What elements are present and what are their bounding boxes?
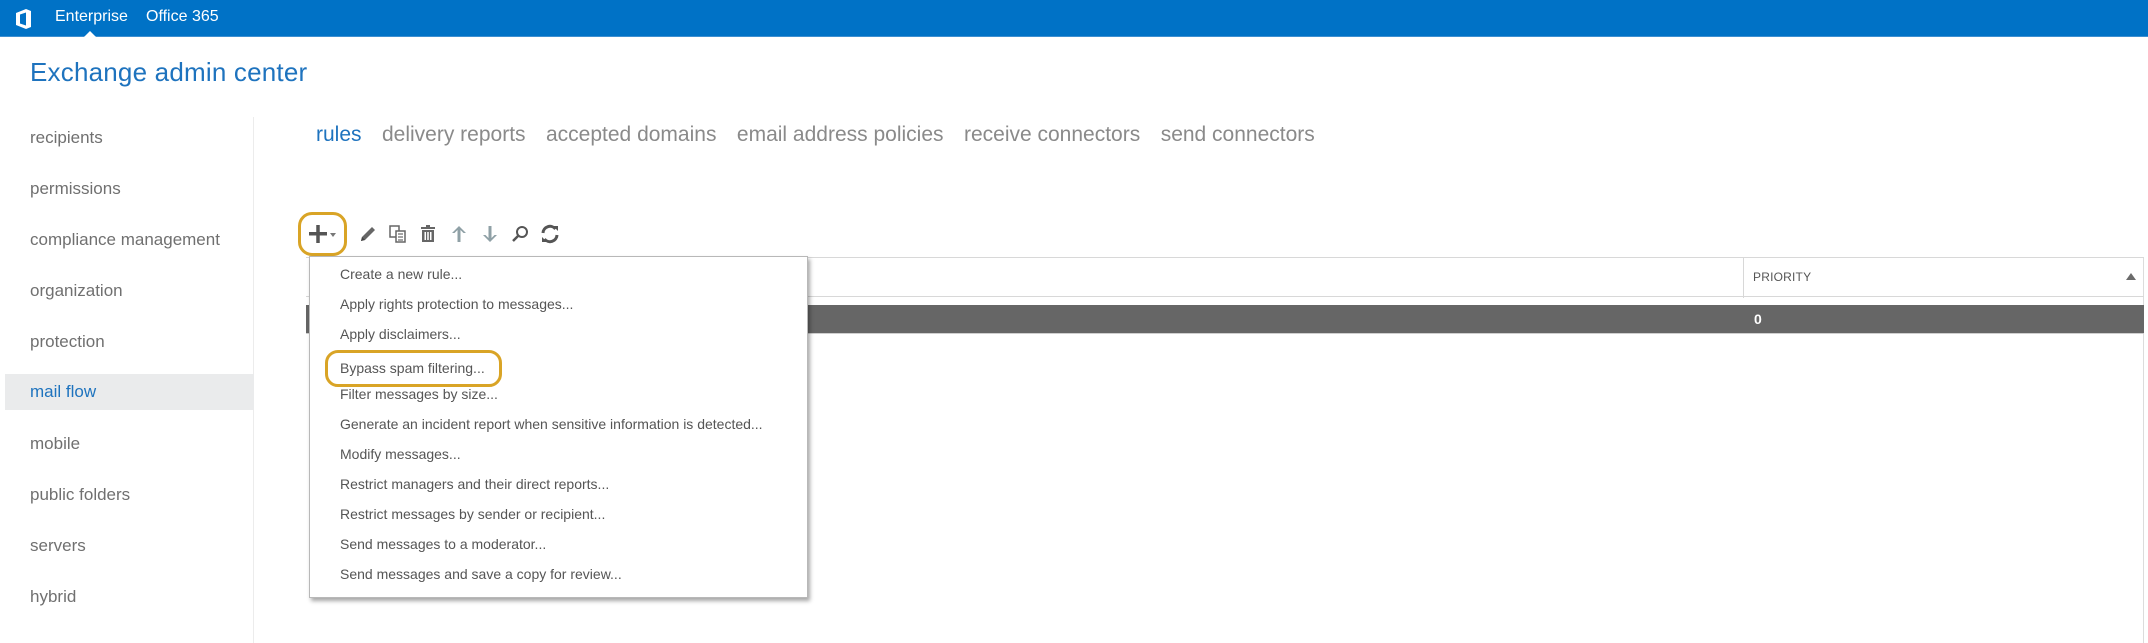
pencil-icon <box>361 227 375 241</box>
priority-cell: 0 <box>1754 311 1762 327</box>
tab-send-connectors[interactable]: send connectors <box>1161 123 1315 147</box>
refresh-icon <box>541 224 559 244</box>
tab-bar: rules delivery reports accepted domains … <box>316 123 1331 153</box>
copy-button[interactable] <box>386 212 410 256</box>
sidebar-item-public-folders[interactable]: public folders <box>5 477 254 513</box>
plus-icon <box>309 225 336 243</box>
menu-item-filter-by-size[interactable]: Filter messages by size... <box>340 382 498 406</box>
tab-rules[interactable]: rules <box>316 123 362 147</box>
chevron-down-icon <box>330 233 336 237</box>
active-nav-indicator <box>84 31 96 37</box>
search-button[interactable] <box>508 212 532 256</box>
sort-ascending-icon[interactable] <box>2126 273 2136 280</box>
top-bar: Enterprise Office 365 <box>0 0 2148 37</box>
menu-item-apply-disclaimers[interactable]: Apply disclaimers... <box>340 322 461 346</box>
app-title: Exchange admin center <box>30 57 308 87</box>
move-up-button[interactable] <box>447 212 471 256</box>
sidebar-item-recipients[interactable]: recipients <box>5 120 254 156</box>
search-icon <box>512 226 528 242</box>
menu-item-modify-messages[interactable]: Modify messages... <box>340 442 461 466</box>
menu-item-apply-rights-protection[interactable]: Apply rights protection to messages... <box>340 292 573 316</box>
nav-office-365[interactable]: Office 365 <box>146 8 219 26</box>
refresh-button[interactable] <box>538 212 562 256</box>
office-logo-icon[interactable] <box>14 9 32 29</box>
copy-icon <box>389 225 406 243</box>
menu-item-restrict-sender-recipient[interactable]: Restrict messages by sender or recipient… <box>340 502 605 526</box>
sidebar-item-mail-flow[interactable]: mail flow <box>5 374 254 410</box>
sidebar-item-hybrid[interactable]: hybrid <box>5 579 254 615</box>
toolbar <box>298 212 598 256</box>
sidebar-item-permissions[interactable]: permissions <box>5 171 254 207</box>
move-down-button[interactable] <box>478 212 502 256</box>
tab-accepted-domains[interactable]: accepted domains <box>546 123 716 147</box>
sidebar-item-mobile[interactable]: mobile <box>5 426 254 462</box>
trash-icon <box>421 225 435 242</box>
menu-item-restrict-managers[interactable]: Restrict managers and their direct repor… <box>340 472 609 496</box>
sidebar: recipients permissions compliance manage… <box>5 117 254 643</box>
sidebar-item-compliance-management[interactable]: compliance management <box>5 222 254 258</box>
menu-item-send-to-moderator[interactable]: Send messages to a moderator... <box>340 532 546 556</box>
edit-button[interactable] <box>356 212 380 256</box>
sidebar-item-protection[interactable]: protection <box>5 324 254 360</box>
priority-column-header[interactable]: PRIORITY <box>1753 270 1811 284</box>
add-button[interactable] <box>302 212 344 256</box>
delete-button[interactable] <box>416 212 440 256</box>
sidebar-item-organization[interactable]: organization <box>5 273 254 309</box>
tab-delivery-reports[interactable]: delivery reports <box>382 123 526 147</box>
menu-item-create-new-rule[interactable]: Create a new rule... <box>340 262 462 286</box>
arrow-down-icon <box>483 226 497 242</box>
menu-item-send-and-save-copy[interactable]: Send messages and save a copy for review… <box>340 562 622 586</box>
menu-item-bypass-spam-filtering[interactable]: Bypass spam filtering... <box>340 356 485 380</box>
arrow-up-icon <box>452 226 466 242</box>
column-separator[interactable] <box>1743 258 1744 298</box>
tab-email-address-policies[interactable]: email address policies <box>737 123 944 147</box>
nav-enterprise[interactable]: Enterprise <box>55 8 128 26</box>
sidebar-item-servers[interactable]: servers <box>5 528 254 564</box>
menu-item-incident-report[interactable]: Generate an incident report when sensiti… <box>340 412 763 436</box>
add-rule-menu: Create a new rule... Apply rights protec… <box>309 256 808 598</box>
tab-receive-connectors[interactable]: receive connectors <box>964 123 1140 147</box>
